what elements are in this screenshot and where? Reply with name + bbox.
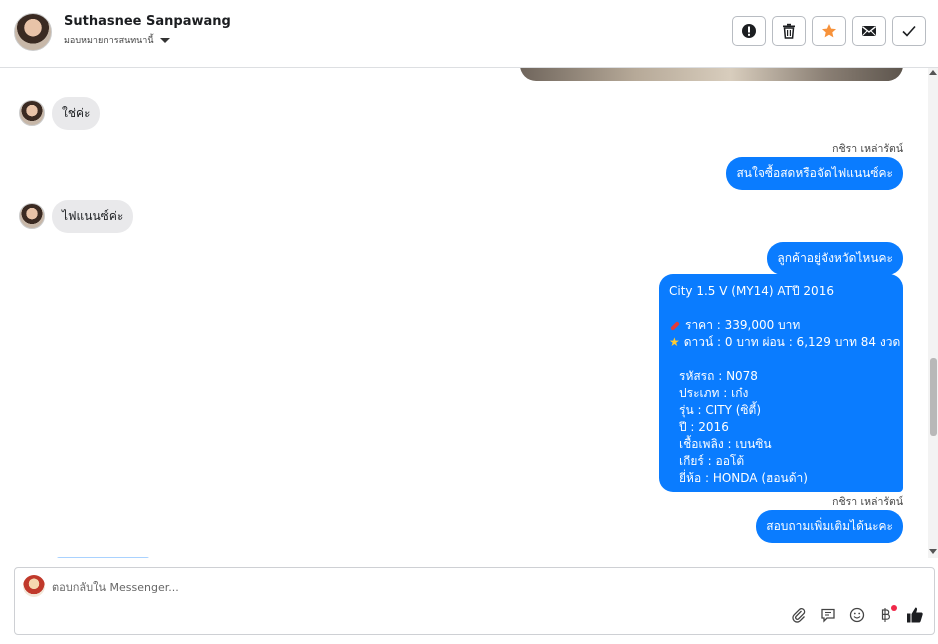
assign-conversation-dropdown[interactable]: มอบหมายการสนทนานี้ xyxy=(64,33,170,47)
message-thread[interactable]: ใช่ค่ะ กชิรา เหล่ารัตน์ สนใจซื้อสดหรือจั… xyxy=(0,68,928,558)
outgoing-message[interactable]: สนใจซื้อสดหรือจัดไฟแนนซ์คะ xyxy=(726,157,903,190)
conversation-header: Suthasnee Sanpawang มอบหมายการสนทนานี้ xyxy=(0,0,938,68)
listing-detail: รหัสรถ : N078 xyxy=(679,369,758,383)
listing-detail: ประเภท : เก๋ง xyxy=(679,386,749,400)
like-button[interactable] xyxy=(906,606,924,624)
star-button[interactable] xyxy=(812,16,846,46)
check-icon xyxy=(902,25,916,37)
payment-button[interactable] xyxy=(877,605,897,624)
delete-button[interactable] xyxy=(772,16,806,46)
scroll-up-arrow-icon[interactable] xyxy=(929,70,937,75)
customer-avatar-small xyxy=(19,203,45,229)
attach-icon xyxy=(792,608,806,623)
listing-detail: ยี่ห้อ : HONDA (ฮอนด้า) xyxy=(679,471,808,485)
listing-detail: เชื้อเพลิง : เบนซิน xyxy=(679,437,772,451)
emoji-icon xyxy=(849,607,865,623)
shared-car-photo[interactable] xyxy=(520,68,903,81)
assign-label: มอบหมายการสนทนานี้ xyxy=(64,36,154,46)
header-actions xyxy=(732,16,926,46)
listing-title: City 1.5 V (MY14) ATปี 2016 xyxy=(669,284,834,298)
car-listing-message[interactable]: City 1.5 V (MY14) ATปี 2016 ราคา : 339,0… xyxy=(659,274,903,492)
reply-composer xyxy=(14,567,935,635)
page-avatar xyxy=(23,575,45,597)
like-icon xyxy=(907,607,923,623)
outgoing-message[interactable]: ลูกค้าอยู่จังหวัดไหนคะ xyxy=(767,242,903,275)
attach-button[interactable] xyxy=(790,606,808,624)
incoming-message[interactable]: ใช่ค่ะ xyxy=(52,97,101,130)
trash-icon xyxy=(783,23,795,39)
star-emoji-icon: ★ xyxy=(669,335,680,349)
mail-icon xyxy=(862,26,876,36)
pushpin-icon xyxy=(669,320,681,332)
scroll-down-arrow-icon[interactable] xyxy=(929,549,937,554)
chevron-down-icon xyxy=(159,37,170,43)
listing-payment: ★ ดาวน์ : 0 บาท ผ่อน : 6,129 บาท 84 งวด xyxy=(669,335,901,349)
mark-spam-button[interactable] xyxy=(732,16,766,46)
mark-done-button[interactable] xyxy=(892,16,926,46)
listing-detail: เกียร์ : ออโต้ xyxy=(679,454,745,468)
reply-input[interactable] xyxy=(52,578,752,596)
listing-price: ราคา : 339,000 บาท xyxy=(669,317,893,334)
mark-unread-button[interactable] xyxy=(852,16,886,46)
listing-detail: รุ่น : CITY (ซิตี้) xyxy=(679,403,762,417)
partial-message-preview xyxy=(57,557,149,558)
sender-name: กชิรา เหล่ารัตน์ xyxy=(832,496,903,508)
emoji-button[interactable] xyxy=(848,606,866,624)
scroll-thumb[interactable] xyxy=(930,358,937,436)
thread-scrollbar[interactable] xyxy=(928,68,938,558)
customer-name[interactable]: Suthasnee Sanpawang xyxy=(64,14,231,29)
saved-reply-button[interactable] xyxy=(819,606,837,624)
notification-dot xyxy=(891,605,897,611)
incoming-message[interactable]: ไฟแนนซ์ค่ะ xyxy=(52,200,134,233)
saved-reply-icon xyxy=(821,608,835,623)
sender-name: กชิรา เหล่ารัตน์ xyxy=(832,143,903,155)
composer-toolbar xyxy=(790,605,924,624)
alert-icon xyxy=(742,24,756,38)
star-icon xyxy=(822,24,836,38)
customer-avatar-small xyxy=(19,100,45,126)
customer-avatar[interactable] xyxy=(14,13,52,51)
outgoing-message[interactable]: สอบถามเพิ่มเติมได้นะคะ xyxy=(756,510,903,543)
listing-detail: ปี : 2016 xyxy=(679,420,729,434)
